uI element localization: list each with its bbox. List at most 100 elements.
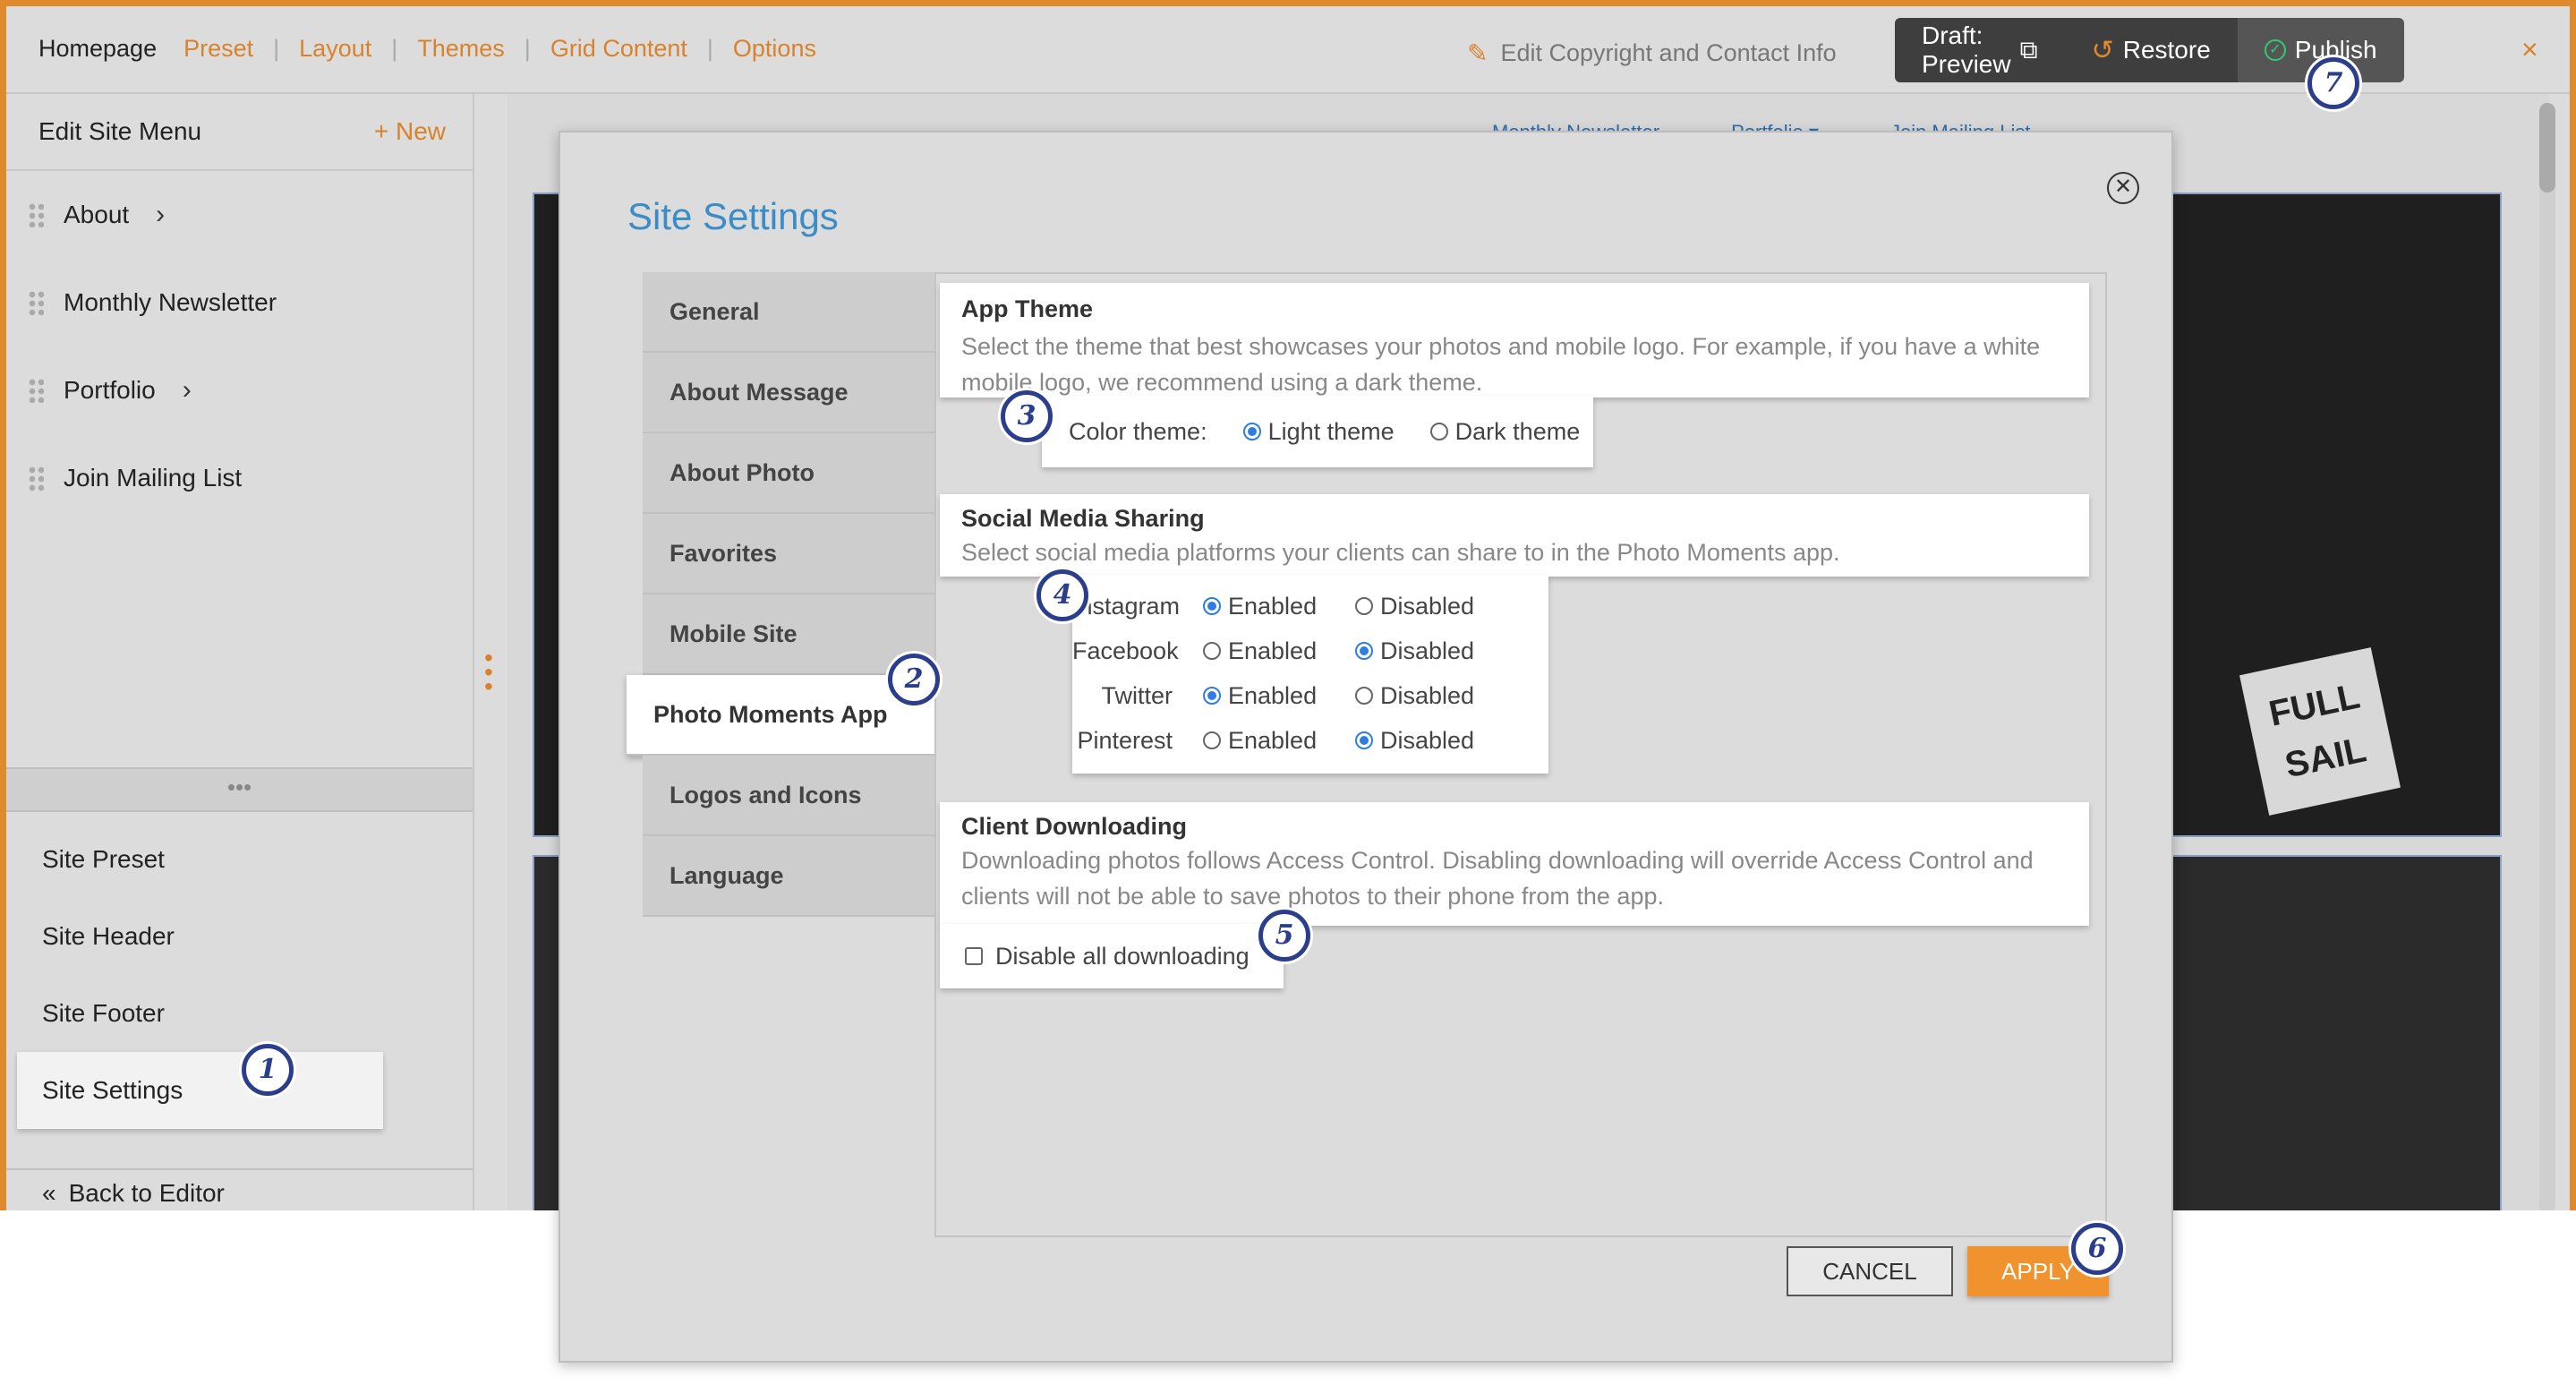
- radio-dot[interactable]: [1203, 731, 1221, 749]
- action-bar: Draft: Preview ⧉ ↺ Restore ✓ Publish: [1895, 18, 2404, 82]
- radio-dot[interactable]: [1355, 687, 1373, 705]
- tab-general[interactable]: General: [643, 272, 936, 353]
- social-row-twitter: Twitter Enabled Disabled: [1072, 673, 1548, 718]
- drag-handle-icon[interactable]: [28, 202, 44, 227]
- modal-close-icon[interactable]: ✕: [2107, 172, 2139, 204]
- step-marker-5: 5: [1258, 910, 1310, 962]
- social-sharing-section: Social Media Sharing Select social media…: [940, 494, 2089, 577]
- radio-dot[interactable]: [1355, 597, 1373, 615]
- nav-grid-content[interactable]: Grid Content: [550, 35, 687, 63]
- social-sharing-description: Select social media platforms your clien…: [961, 539, 1840, 566]
- facebook-disabled-radio[interactable]: Disabled: [1355, 637, 1507, 665]
- client-downloading-section: Client Downloading Downloading photos fo…: [940, 802, 2089, 926]
- step-marker-7: 7: [2307, 57, 2359, 109]
- drag-handle-icon[interactable]: [28, 466, 44, 491]
- twitter-enabled-radio[interactable]: Enabled: [1203, 682, 1355, 710]
- nav-homepage[interactable]: Homepage: [38, 35, 157, 63]
- radio-label: Disabled: [1380, 681, 1475, 709]
- social-row-pinterest: Pinterest Enabled Disabled: [1072, 718, 1548, 763]
- restore-label: Restore: [2122, 36, 2211, 64]
- pencil-icon: ✎: [1467, 39, 1488, 67]
- radio-label: Enabled: [1228, 726, 1318, 754]
- site-preset-item[interactable]: Site Preset: [6, 821, 473, 898]
- light-theme-radio[interactable]: Light theme: [1242, 417, 1395, 446]
- cancel-button[interactable]: CANCEL: [1787, 1246, 1953, 1296]
- radio-label: Light theme: [1267, 417, 1395, 445]
- sidebar-item-monthly-newsletter[interactable]: Monthly Newsletter: [6, 259, 473, 346]
- social-platforms-panel: Instagram Enabled Disabled Facebook Enab…: [1072, 575, 1548, 774]
- new-menu-item-button[interactable]: + New: [374, 117, 446, 146]
- sidebar-drag-dots-icon[interactable]: • • •: [484, 645, 493, 699]
- pinterest-enabled-radio[interactable]: Enabled: [1203, 727, 1355, 755]
- restore-icon: ↺: [2091, 35, 2114, 65]
- nav-themes[interactable]: Themes: [417, 35, 505, 63]
- site-settings-item[interactable]: Site Settings: [17, 1052, 383, 1129]
- sidebar-item-join-mailing-list[interactable]: Join Mailing List: [6, 434, 473, 522]
- scrollbar-thumb[interactable]: [2539, 103, 2555, 192]
- tab-about-message[interactable]: About Message: [643, 353, 936, 433]
- full-sail-sign: FULL SAIL: [2239, 647, 2401, 816]
- color-theme-row: Color theme: Light theme Dark theme: [1042, 396, 1593, 467]
- site-footer-item[interactable]: Site Footer: [6, 975, 473, 1052]
- nav-options[interactable]: Options: [733, 35, 816, 63]
- sidebar-item-label: Join Mailing List: [64, 464, 243, 492]
- nav-separator: |: [524, 35, 531, 62]
- plus-icon: +: [373, 117, 389, 145]
- twitter-disabled-radio[interactable]: Disabled: [1355, 682, 1507, 710]
- sidebar-item-label: Monthly Newsletter: [64, 288, 277, 316]
- sidebar-title: Edit Site Menu: [38, 117, 202, 145]
- tab-logos-and-icons[interactable]: Logos and Icons: [643, 756, 936, 836]
- chevron-right-icon: ›: [156, 200, 166, 229]
- dark-theme-radio[interactable]: Dark theme: [1429, 418, 1580, 446]
- radio-label: Enabled: [1228, 592, 1318, 620]
- pinterest-disabled-radio[interactable]: Disabled: [1355, 727, 1507, 755]
- sidebar-item-about[interactable]: About ›: [6, 171, 473, 259]
- draft-preview-button[interactable]: Draft: Preview ⧉: [1895, 18, 2065, 82]
- nav-layout[interactable]: Layout: [299, 35, 371, 63]
- site-header-item[interactable]: Site Header: [6, 898, 473, 975]
- radio-dot[interactable]: [1203, 597, 1221, 615]
- drag-handle-icon[interactable]: [28, 378, 44, 403]
- sidebar-item-portfolio[interactable]: Portfolio ›: [6, 346, 473, 434]
- radio-dot[interactable]: [1203, 642, 1221, 660]
- tab-mobile-site[interactable]: Mobile Site: [643, 594, 936, 675]
- tab-favorites[interactable]: Favorites: [643, 514, 936, 594]
- back-to-editor-link[interactable]: « Back to Editor: [6, 1168, 473, 1210]
- radio-dot[interactable]: [1355, 731, 1373, 749]
- chevron-right-icon: ›: [182, 375, 192, 405]
- step-marker-2: 2: [888, 654, 940, 705]
- disable-downloading-checkbox[interactable]: [965, 947, 983, 965]
- radio-dot[interactable]: [1429, 423, 1448, 440]
- edit-copyright-link[interactable]: ✎ Edit Copyright and Contact Info: [1467, 38, 1837, 68]
- sidebar-item-label: Portfolio: [64, 376, 156, 404]
- nav-separator: |: [391, 35, 398, 62]
- instagram-disabled-radio[interactable]: Disabled: [1355, 593, 1507, 620]
- tab-language[interactable]: Language: [643, 836, 936, 917]
- radio-dot[interactable]: [1242, 423, 1261, 440]
- tab-about-photo[interactable]: About Photo: [643, 433, 936, 514]
- color-theme-label: Color theme:: [1069, 417, 1207, 445]
- drag-handle-icon[interactable]: [28, 290, 44, 315]
- preview-scrollbar[interactable]: [2539, 103, 2555, 1210]
- nav-preset[interactable]: Preset: [183, 35, 253, 63]
- radio-dot[interactable]: [1355, 642, 1373, 660]
- instagram-enabled-radio[interactable]: Enabled: [1203, 593, 1355, 620]
- radio-label: Enabled: [1228, 637, 1318, 664]
- disable-downloading-row: Disable all downloading: [940, 924, 1284, 988]
- step-marker-3: 3: [1001, 390, 1053, 442]
- top-bar: Homepage Preset | Layout | Themes | Grid…: [6, 6, 2570, 94]
- disable-downloading-label: Disable all downloading: [995, 942, 1250, 970]
- nav-separator: |: [706, 35, 713, 62]
- panel-resize-handle[interactable]: •••: [6, 767, 473, 812]
- facebook-enabled-radio[interactable]: Enabled: [1203, 637, 1355, 665]
- social-row-instagram: Instagram Enabled Disabled: [1072, 584, 1548, 628]
- radio-label: Disabled: [1380, 592, 1475, 620]
- restore-button[interactable]: ↺ Restore: [2065, 18, 2238, 82]
- site-settings-modal: Site Settings ✕ General About Message Ab…: [559, 131, 2173, 1363]
- close-editor-icon[interactable]: ×: [2521, 33, 2538, 66]
- radio-dot[interactable]: [1203, 687, 1221, 705]
- social-sharing-title: Social Media Sharing: [961, 505, 1205, 532]
- sidebar-item-label: About: [64, 201, 130, 228]
- platform-label: Facebook: [1072, 637, 1179, 664]
- sidebar: Edit Site Menu + New About › Monthly New…: [6, 94, 474, 1210]
